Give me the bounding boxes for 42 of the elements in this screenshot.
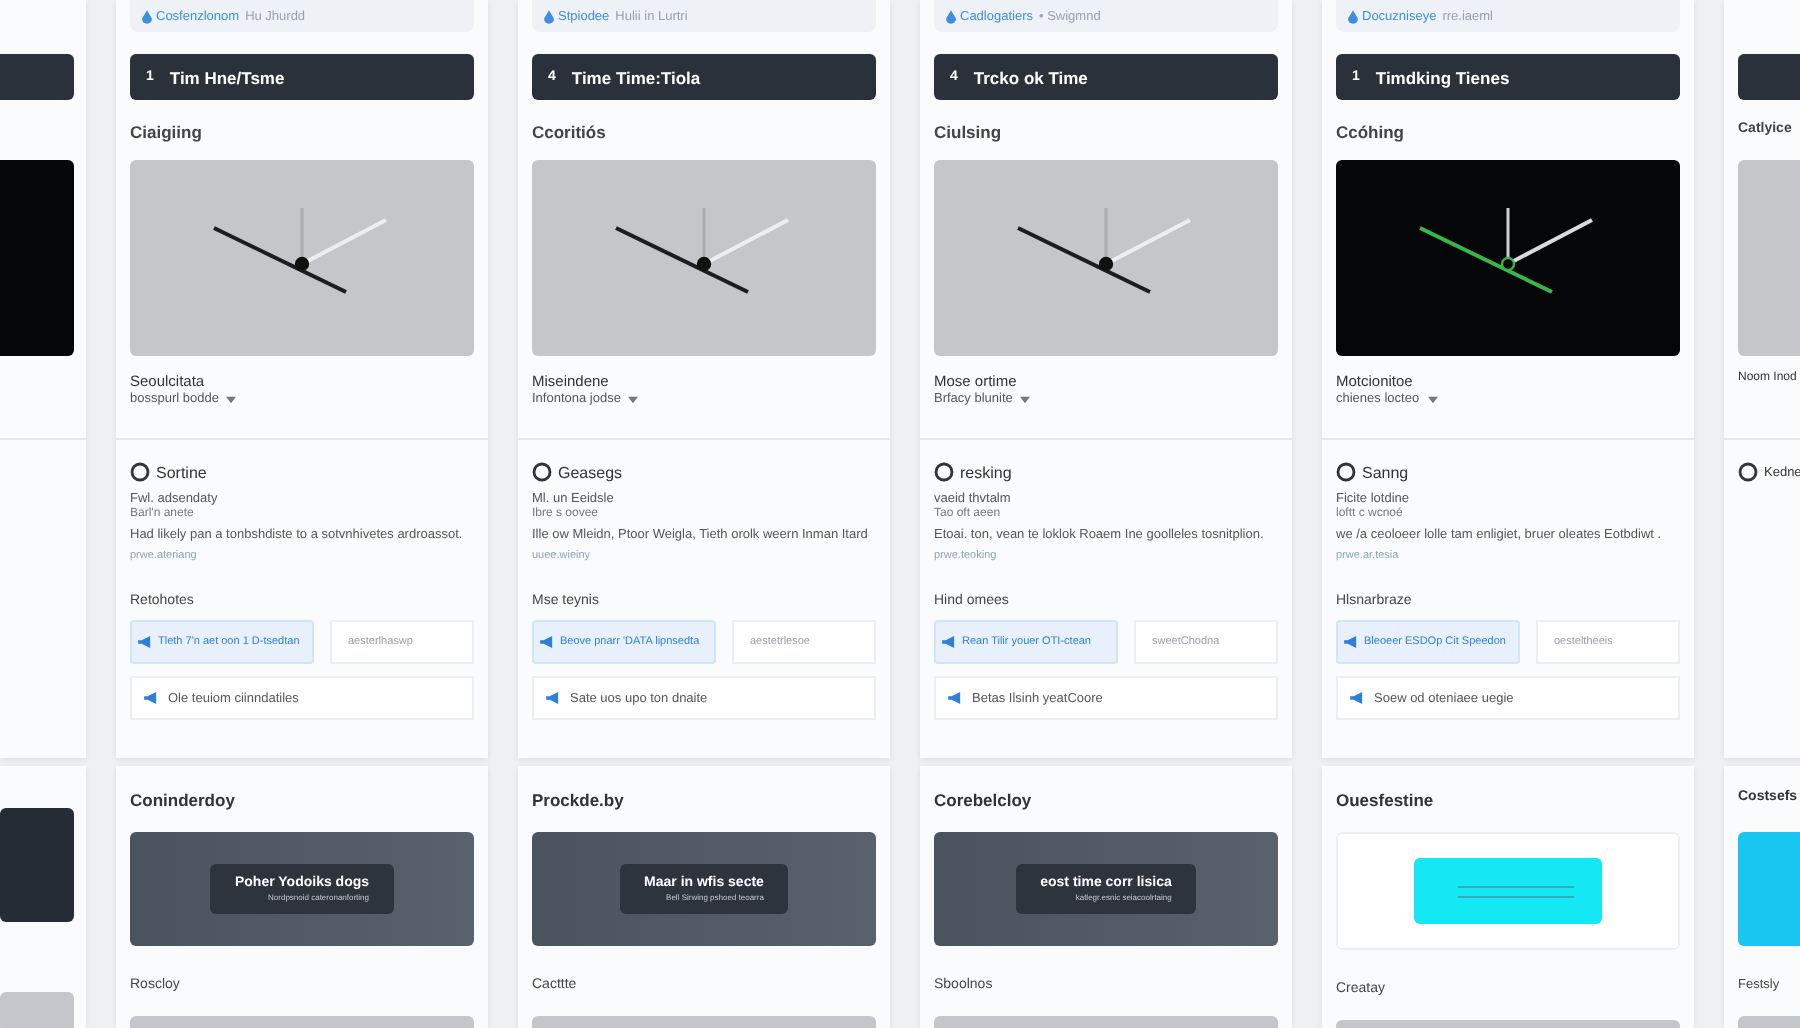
option-heading: Sortine (156, 463, 207, 481)
title-bar (1738, 54, 1800, 100)
title-text: Timdking Tienes (1375, 67, 1510, 87)
card-title: Coninderdoy (130, 790, 235, 810)
radio-circle-icon (1738, 462, 1758, 482)
section-label: Ciulsing (934, 122, 1002, 142)
option-heading: Geasegs (558, 463, 623, 481)
title-text: Tim Hne/Tsme (169, 67, 285, 87)
megaphone-icon (948, 692, 962, 705)
radio-circle-icon (1336, 462, 1356, 482)
megaphone-icon (540, 636, 554, 649)
caret-icon (1020, 395, 1031, 403)
title-text: Time Time:Tiola (571, 67, 701, 87)
caret-icon (1427, 395, 1438, 403)
megaphone-icon (1344, 636, 1358, 649)
section-label: Ciaigiing (130, 122, 202, 142)
megaphone-icon (942, 636, 956, 649)
megaphone-icon (138, 636, 152, 649)
preview-panel (1738, 832, 1800, 946)
section-label: Ccóhing (1336, 122, 1404, 142)
section-label: Ccoritiós (532, 122, 606, 142)
title-bar (0, 54, 74, 100)
option-heading: resking (960, 463, 1012, 481)
megaphone-icon (144, 692, 158, 705)
radio-circle-icon (934, 462, 954, 482)
preview-panel (0, 808, 74, 922)
drop-icon (544, 9, 554, 23)
drop-icon (946, 9, 956, 23)
megaphone-icon (546, 692, 560, 705)
card-title: Prockde.by (532, 790, 624, 810)
drop-icon (1348, 9, 1358, 23)
title-text: Trcko ok Time (973, 67, 1088, 87)
caret-icon (226, 395, 237, 403)
megaphone-icon (1350, 692, 1364, 705)
drop-icon (142, 9, 152, 23)
radio-circle-icon (130, 462, 150, 482)
option-heading: Sanng (1362, 463, 1409, 481)
card-title: Ouesfestine (1336, 790, 1434, 810)
caret-icon (628, 395, 639, 403)
radio-circle-icon (532, 462, 552, 482)
photo-placeholder (0, 992, 74, 1028)
card-title: Corebelcloy (934, 790, 1032, 810)
